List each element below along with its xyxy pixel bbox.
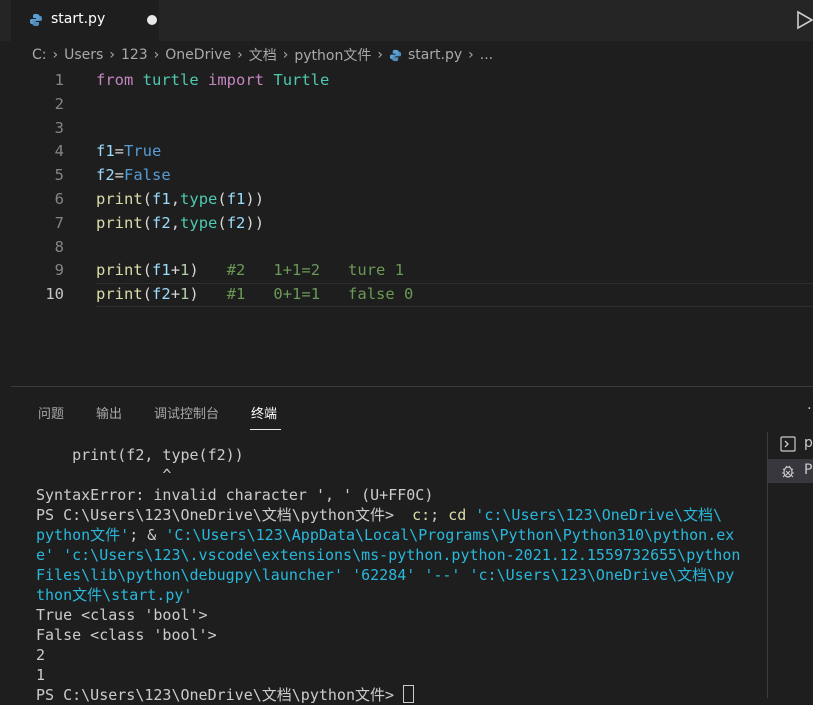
code-line[interactable]: 8 bbox=[11, 235, 813, 259]
terminal-list-item[interactable]: p bbox=[768, 432, 813, 456]
chevron-right-icon: › bbox=[52, 47, 59, 63]
terminal-line: True <class 'bool'> bbox=[36, 606, 208, 624]
tab-start-py[interactable]: start.py bbox=[11, 0, 159, 41]
terminal-list-item[interactable]: P bbox=[768, 459, 813, 483]
terminal-line: False <class 'bool'> bbox=[36, 626, 217, 644]
terminal-line: python文件'; & 'C:\Users\123\AppData\Local… bbox=[36, 526, 735, 544]
breadcrumb-item[interactable]: 文档 bbox=[249, 45, 277, 65]
code-text: print(f1,type(f1)) bbox=[96, 190, 265, 208]
tab-output[interactable]: 输出 bbox=[96, 403, 122, 422]
code-editor[interactable]: 1 from turtle import Turtle 2 3 4 f1=True 5 f2=… bbox=[11, 68, 813, 386]
code-line[interactable]: 4 f1=True bbox=[11, 139, 813, 163]
tab-terminal[interactable]: 终端 bbox=[251, 403, 277, 422]
unsaved-dot-icon[interactable] bbox=[147, 15, 157, 25]
code-line[interactable]: 3 bbox=[11, 116, 813, 140]
terminal-line: 1 bbox=[36, 666, 46, 684]
line-number: 4 bbox=[54, 142, 64, 161]
terminal-list-label: p bbox=[804, 435, 813, 451]
bottom-panel: 问题 输出 调试控制台 终端 … print(f2, type(f2)) ^ Synta… bbox=[11, 386, 813, 704]
chevron-right-icon: › bbox=[109, 47, 115, 63]
terminal-list-label: P bbox=[804, 462, 813, 478]
code-text: f2=False bbox=[96, 166, 171, 185]
breadcrumb-item[interactable]: 123 bbox=[121, 47, 148, 63]
terminal-list: pP bbox=[767, 432, 813, 698]
active-tab-underline bbox=[250, 429, 281, 430]
line-number: 1 bbox=[54, 71, 64, 89]
chevron-right-icon: › bbox=[153, 47, 160, 63]
breadcrumb-item[interactable]: python文件 bbox=[294, 45, 371, 65]
code-line[interactable]: 9 print(f1+1) #2 1+1=2 ture 1 bbox=[11, 258, 813, 282]
terminal-cursor bbox=[403, 685, 415, 703]
code-line[interactable]: 6 print(f1,type(f1)) bbox=[11, 187, 813, 211]
breadcrumb: C: › Users › 123 › OneDrive › 文档 › python文件 › start.… bbox=[32, 45, 493, 67]
terminal-line: SyntaxError: invalid character ', ' (U+F… bbox=[36, 486, 434, 504]
terminal-line: Files\lib\python\debugpy\launcher' '6228… bbox=[36, 566, 735, 584]
chevron-right-icon: › bbox=[282, 47, 289, 63]
breadcrumb-item[interactable]: Users bbox=[64, 47, 103, 63]
line-number: 3 bbox=[54, 118, 64, 137]
code-line[interactable]: 10 print(f2+1) #1 0+1=1 false 0 bbox=[11, 282, 813, 306]
line-number: 6 bbox=[54, 190, 64, 208]
code-line[interactable]: 7 print(f2,type(f2)) bbox=[11, 211, 813, 235]
terminal-line: thon文件\start.py' bbox=[36, 586, 193, 604]
line-number: 10 bbox=[45, 285, 64, 304]
terminal-line: ^ bbox=[36, 466, 172, 484]
python-file-icon bbox=[389, 49, 402, 61]
terminal-line: e' 'c:\Users\123\.vscode\extensions\ms-p… bbox=[36, 546, 741, 564]
line-number: 5 bbox=[54, 166, 64, 185]
code-line[interactable]: 2 bbox=[11, 92, 813, 116]
line-number: 2 bbox=[54, 94, 64, 113]
breadcrumb-file[interactable]: start.py bbox=[408, 47, 462, 63]
code-text: print(f1+1) #2 1+1=2 ture 1 bbox=[96, 261, 405, 280]
terminal-line: PS C:\Users\123\OneDrive\文档\python文件> bbox=[36, 685, 766, 705]
more-actions-icon[interactable]: … bbox=[807, 397, 813, 413]
code-line[interactable]: 1 from turtle import Turtle bbox=[11, 68, 813, 92]
line-number: 9 bbox=[54, 261, 64, 280]
line-number: 7 bbox=[54, 213, 64, 232]
tab-debug-console[interactable]: 调试控制台 bbox=[154, 403, 219, 422]
chevron-right-icon: › bbox=[377, 47, 383, 63]
tab-bar: start.py bbox=[0, 0, 813, 41]
code-text: from turtle import Turtle bbox=[96, 71, 330, 89]
run-icon[interactable] bbox=[796, 10, 813, 30]
breadcrumb-symbols[interactable]: ... bbox=[480, 47, 493, 63]
code-text: print(f2+1) #1 0+1=1 false 0 bbox=[96, 285, 414, 304]
debug-icon bbox=[782, 465, 794, 478]
tab-label: start.py bbox=[51, 11, 106, 27]
python-file-icon bbox=[30, 14, 42, 26]
terminal-line: PS C:\Users\123\OneDrive\文档\python文件> c:… bbox=[36, 506, 723, 524]
chevron-right-icon: › bbox=[468, 47, 474, 63]
breadcrumb-item[interactable]: C: bbox=[32, 47, 47, 63]
terminal-line: print(f2, type(f2)) bbox=[36, 446, 244, 464]
line-number: 8 bbox=[54, 237, 64, 256]
code-line[interactable]: 5 f2=False bbox=[11, 163, 813, 187]
terminal-line: 2 bbox=[36, 646, 46, 664]
code-text: print(f2,type(f2)) bbox=[96, 213, 265, 232]
tab-problems[interactable]: 问题 bbox=[38, 403, 64, 422]
panel-tabs: 问题 输出 调试控制台 终端 bbox=[11, 387, 771, 435]
chevron-right-icon: › bbox=[237, 47, 243, 63]
breadcrumb-item[interactable]: OneDrive bbox=[165, 47, 231, 63]
terminal-output[interactable]: print(f2, type(f2)) ^ SyntaxError: invali… bbox=[36, 445, 766, 705]
terminal-icon bbox=[780, 436, 796, 452]
code-text: f1=True bbox=[96, 142, 162, 161]
